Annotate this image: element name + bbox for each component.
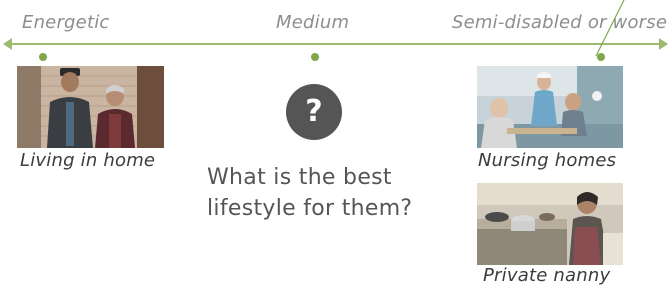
scale-axis-line — [8, 43, 663, 45]
photo-elderly-couple-at-home — [17, 66, 164, 148]
scale-dot-medium — [311, 53, 319, 61]
scale-dot-energetic — [39, 53, 47, 61]
central-question: What is the best lifestyle for them? — [207, 162, 447, 224]
question-line-2: lifestyle for them? — [207, 196, 413, 221]
scale-dot-semi-disabled — [597, 53, 605, 61]
scale-label-medium: Medium — [276, 12, 350, 33]
question-line-1: What is the best — [207, 165, 392, 190]
scale-label-energetic: Energetic — [22, 12, 110, 33]
caption-living-in-home: Living in home — [20, 150, 156, 171]
photo-nursing-home — [477, 66, 623, 148]
caption-nursing-homes: Nursing homes — [478, 150, 617, 171]
photo-private-nanny-cooking — [477, 183, 623, 265]
scale-label-semi-disabled: Semi-disabled or worse — [452, 12, 668, 33]
scale-arrow-left-icon — [3, 38, 12, 50]
caption-private-nanny: Private nanny — [483, 265, 611, 286]
question-mark-icon: ? — [286, 84, 342, 140]
scale-arrow-right-icon — [659, 38, 668, 50]
